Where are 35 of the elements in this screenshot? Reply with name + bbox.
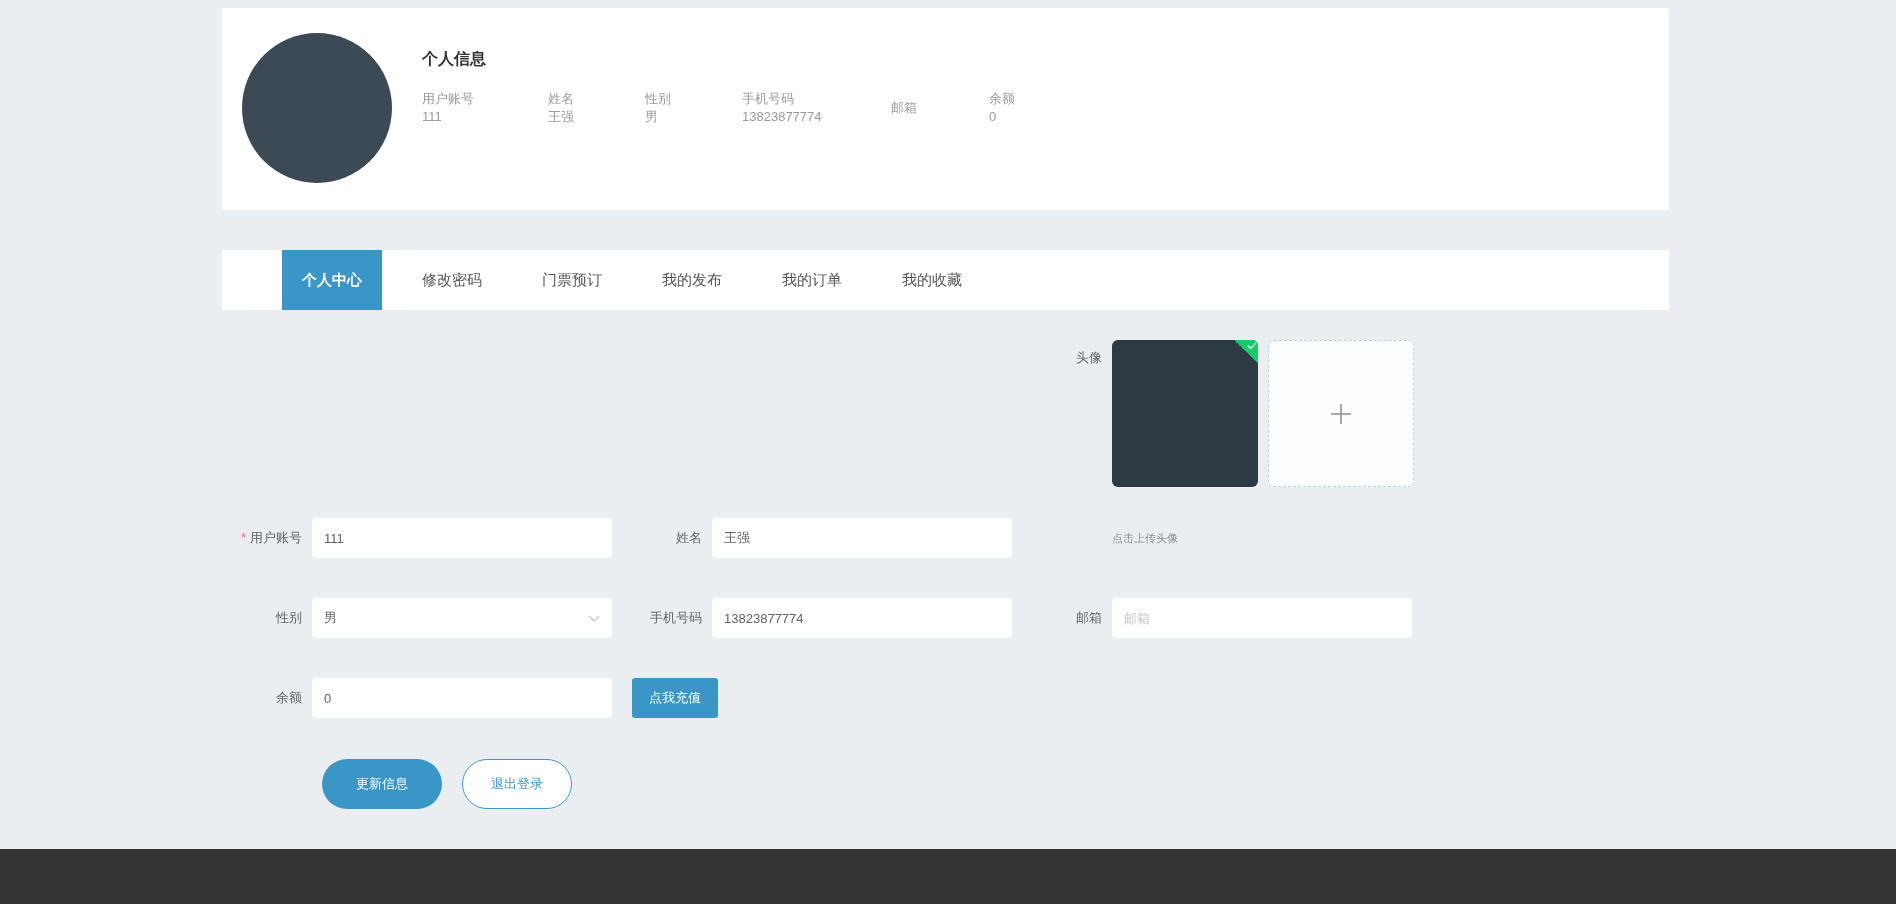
field-label: 用户账号 (422, 90, 475, 108)
upload-button[interactable] (1268, 340, 1414, 487)
field-label: 姓名 (548, 90, 575, 108)
chevron-down-icon (588, 615, 600, 622)
form-label: * 用户账号 (239, 529, 303, 547)
plus-icon (1329, 401, 1353, 426)
tab[interactable]: 我的订单 (752, 250, 872, 310)
field-value: 男 (645, 108, 659, 126)
field-label: 手机号码 (742, 90, 795, 108)
form-label: 余额 (275, 689, 303, 707)
upload-hint: 点击上传头像 (1112, 531, 1178, 546)
field-value: 111 (422, 108, 443, 126)
form-label: 手机号码 (649, 609, 703, 627)
tab[interactable]: 我的发布 (632, 250, 752, 310)
tab[interactable]: 门票预订 (512, 250, 632, 310)
field-value: 0 (989, 108, 998, 126)
logout-button[interactable]: 退出登录 (462, 759, 572, 809)
input-field[interactable]: 13823877774 (712, 598, 1012, 638)
field-value: 王强 (548, 108, 575, 126)
profile-title: 个人信息 (422, 49, 487, 69)
form-label: 头像 (1075, 349, 1103, 367)
input-field[interactable]: 0 (312, 678, 612, 718)
field-label: 性别 (645, 90, 672, 108)
form-label: 姓名 (675, 529, 703, 547)
field-label: 余额 (989, 90, 1015, 108)
form-label: 性别 (275, 609, 303, 627)
input-field[interactable]: 邮箱 (1112, 598, 1412, 638)
input-field[interactable]: 111 (312, 518, 612, 558)
select-field[interactable]: 男 (312, 598, 612, 638)
form-label: 邮箱 (1075, 609, 1103, 627)
tab[interactable]: 修改密码 (392, 250, 512, 310)
field-label: 邮箱 (891, 99, 918, 117)
input-field[interactable]: 王强 (712, 518, 1012, 558)
field-value: 13823877774 (742, 108, 823, 126)
tab[interactable]: 我的收藏 (872, 250, 992, 310)
